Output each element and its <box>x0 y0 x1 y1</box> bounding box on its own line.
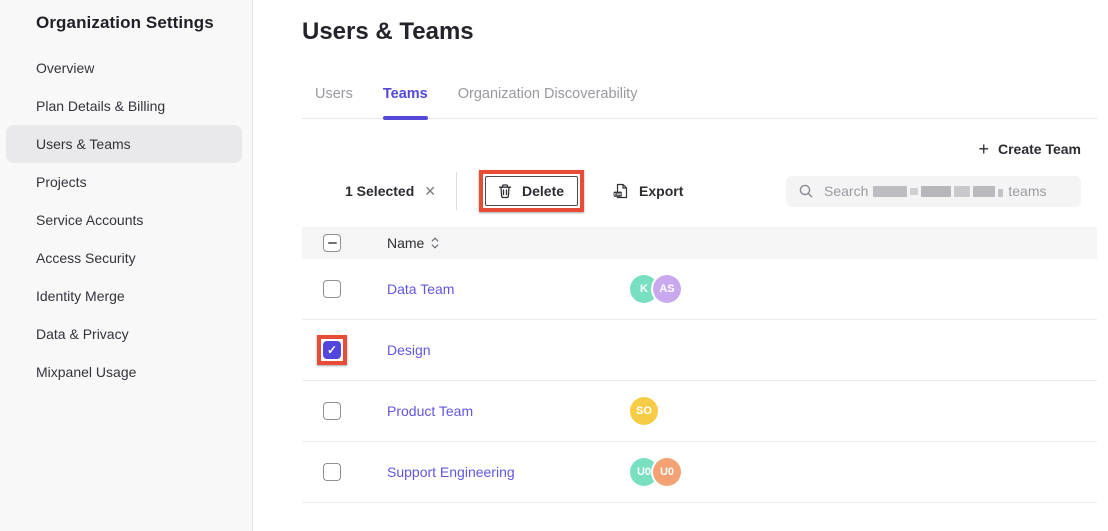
member-avatar: SO <box>630 397 658 425</box>
toolbar-divider <box>456 172 457 210</box>
sidebar-item-plan-details-billing[interactable]: Plan Details & Billing <box>6 87 242 125</box>
sidebar-item-identity-merge[interactable]: Identity Merge <box>6 277 242 315</box>
main-content: Users & Teams Users Teams Organization Dis… <box>253 0 1108 531</box>
teams-table: Name Data TeamKAS ✓ Design Product Team SO Su… <box>302 227 1097 503</box>
team-name-link[interactable]: Support Engineering <box>387 464 515 480</box>
clear-selection-icon[interactable]: ✕ <box>424 184 436 198</box>
search-input[interactable]: Search teams <box>786 176 1081 207</box>
selected-count-label: 1 Selected <box>345 183 414 199</box>
member-avatar: U0 <box>653 458 681 486</box>
actions-row: + Create Team <box>302 141 1097 157</box>
sidebar-item-mixpanel-usage[interactable]: Mixpanel Usage <box>6 353 242 391</box>
table-row-support-engineering: Support EngineeringU0U0 <box>302 442 1097 503</box>
row-checkbox-data-team[interactable] <box>323 280 341 298</box>
team-name-link[interactable]: Design <box>387 342 431 358</box>
delete-annotation-box: Delete <box>479 170 584 212</box>
export-csv-icon: csv <box>612 182 630 200</box>
row-checkbox-design[interactable]: ✓ <box>323 341 341 359</box>
member-avatar: AS <box>653 275 681 303</box>
table-header-row: Name <box>302 227 1097 259</box>
sidebar-item-projects[interactable]: Projects <box>6 163 242 201</box>
search-placeholder: Search teams <box>824 183 1046 199</box>
team-name-link[interactable]: Product Team <box>387 403 473 419</box>
sidebar-item-users-teams[interactable]: Users & Teams <box>6 125 242 163</box>
create-team-button[interactable]: + Create Team <box>978 141 1081 157</box>
table-body: Data TeamKAS ✓ Design Product Team SO Support… <box>302 259 1097 503</box>
page-title: Users & Teams <box>302 18 1097 46</box>
tab-teams[interactable]: Teams <box>383 86 428 118</box>
export-button[interactable]: csv Export <box>612 182 683 200</box>
organization-settings-page: Organization Settings OverviewPlan Detai… <box>0 0 1108 531</box>
sidebar-item-data-privacy[interactable]: Data & Privacy <box>6 315 242 353</box>
row-checkbox-product-team[interactable] <box>323 402 341 420</box>
tab-bar: Users Teams Organization Discoverability <box>302 86 1097 119</box>
sidebar-item-service-accounts[interactable]: Service Accounts <box>6 201 242 239</box>
svg-text:csv: csv <box>614 192 622 197</box>
row-checkbox-support-engineering[interactable] <box>323 463 341 481</box>
select-all-checkbox[interactable] <box>323 234 341 252</box>
delete-button[interactable]: Delete <box>485 176 578 206</box>
tab-organization-discoverability[interactable]: Organization Discoverability <box>458 86 638 118</box>
sidebar-nav: OverviewPlan Details & BillingUsers & Te… <box>0 49 252 391</box>
sidebar: Organization Settings OverviewPlan Detai… <box>0 0 253 531</box>
tab-users[interactable]: Users <box>315 86 353 118</box>
selection-toolbar: 1 Selected ✕ Delete c <box>302 167 1097 215</box>
team-name-link[interactable]: Data Team <box>387 281 454 297</box>
sidebar-title: Organization Settings <box>0 0 252 33</box>
selected-count-group: 1 Selected ✕ <box>345 183 436 199</box>
create-team-label: Create Team <box>998 141 1081 157</box>
sidebar-item-overview[interactable]: Overview <box>6 49 242 87</box>
checkbox-annotation-box: ✓ <box>317 335 347 365</box>
table-row-design: ✓ Design <box>302 320 1097 381</box>
table-row-product-team: Product Team SO <box>302 381 1097 442</box>
name-column-header[interactable]: Name <box>387 235 630 251</box>
table-row-data-team: Data TeamKAS <box>302 259 1097 320</box>
search-icon <box>798 183 814 199</box>
export-button-label: Export <box>639 183 683 199</box>
plus-icon: + <box>978 142 989 156</box>
redacted-text-blocks <box>873 185 1003 197</box>
delete-button-label: Delete <box>522 183 564 199</box>
sidebar-item-access-security[interactable]: Access Security <box>6 239 242 277</box>
sort-icon[interactable] <box>431 236 439 250</box>
trash-icon <box>497 183 513 199</box>
